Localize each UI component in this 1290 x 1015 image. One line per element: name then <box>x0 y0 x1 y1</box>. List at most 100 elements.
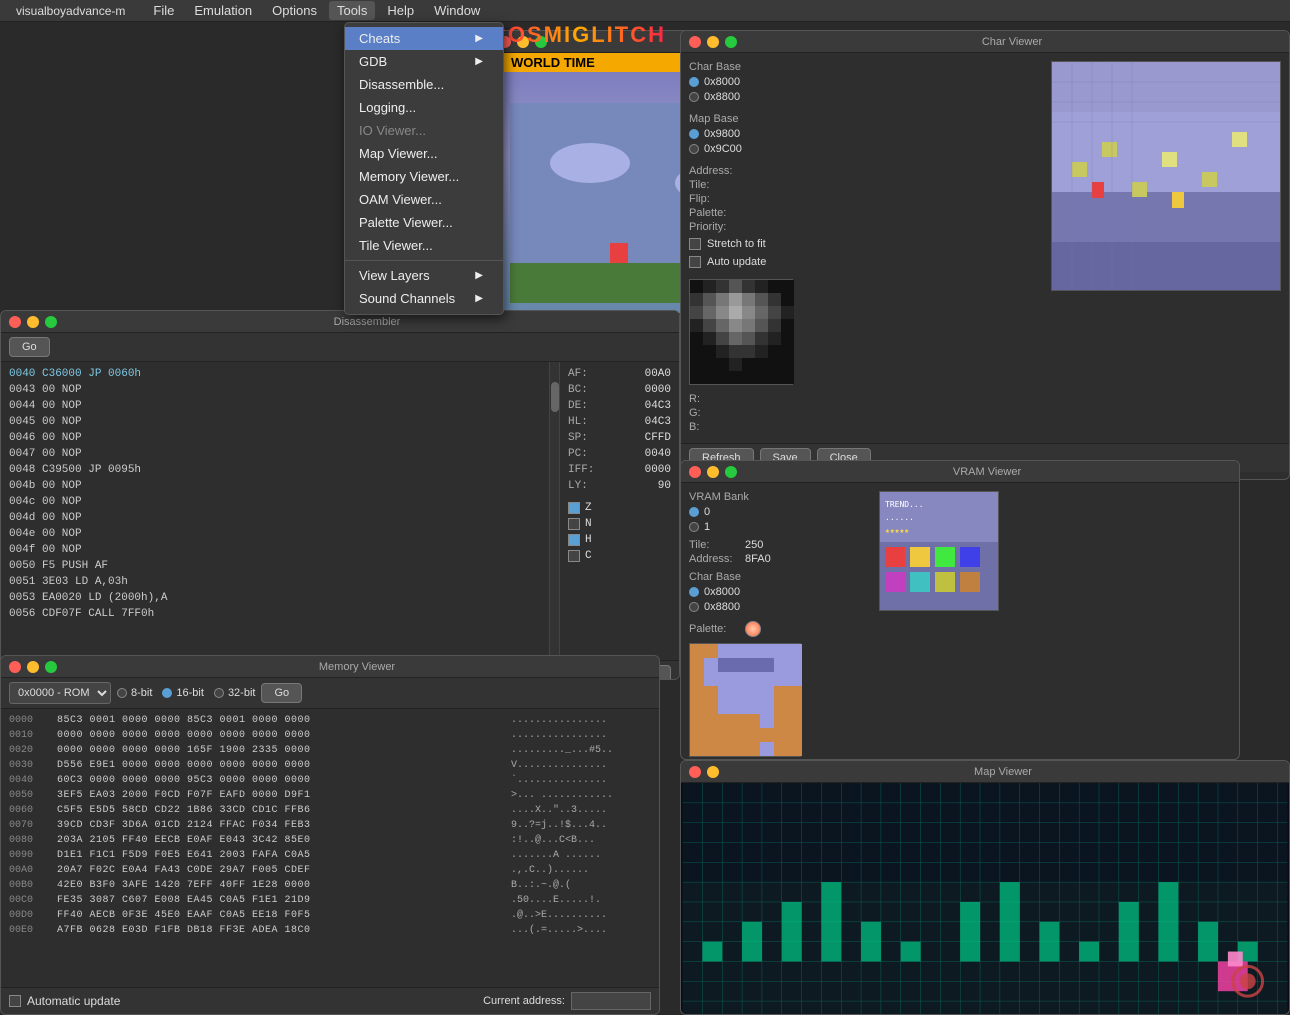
vram-tile-svg: TREND... ...... ★★★★★ <box>880 492 999 611</box>
char-viewer-controls: Char Base 0x8000 0x8800 Map Base 0x9800 <box>689 61 889 435</box>
disasm-min-btn[interactable] <box>27 316 39 328</box>
menu-item-disassemble[interactable]: Disassemble... <box>345 73 503 96</box>
radio-vram-0x8000[interactable] <box>689 587 699 597</box>
chevron-right-icon: ▶ <box>475 33 483 44</box>
menu-item-tile-viewer[interactable]: Tile Viewer... <box>345 234 503 257</box>
radio-0x9800[interactable] <box>689 129 699 139</box>
disasm-max-btn[interactable] <box>45 316 57 328</box>
menu-tools[interactable]: Tools <box>329 1 375 20</box>
flag-n-checkbox[interactable] <box>568 518 580 530</box>
menu-item-map-viewer[interactable]: Map Viewer... <box>345 142 503 165</box>
menu-emulation[interactable]: Emulation <box>186 1 260 20</box>
mem-min-btn[interactable] <box>27 661 39 673</box>
mem-titlebar: Memory Viewer <box>1 656 659 678</box>
pixel-45 <box>755 345 768 358</box>
map-close-btn[interactable] <box>689 766 701 778</box>
menu-item-view-layers[interactable]: View Layers ▶ <box>345 264 503 287</box>
vram-close-btn[interactable] <box>689 466 701 478</box>
flag-z-checkbox[interactable] <box>568 502 580 514</box>
menu-item-cheats[interactable]: Cheats ▶ <box>345 27 503 50</box>
pixel-43 <box>729 345 742 358</box>
char-close-btn[interactable] <box>689 36 701 48</box>
radio-0x8000[interactable] <box>689 77 699 87</box>
menu-item-sound-channels[interactable]: Sound Channels ▶ <box>345 287 503 310</box>
vt-px-21 <box>760 672 774 686</box>
vram-bank-radio-0[interactable]: 0 <box>689 506 869 518</box>
pixel-44 <box>742 345 755 358</box>
menu-item-gdb[interactable]: GDB ▶ <box>345 50 503 73</box>
code-line-12: 0050 F5 PUSH AF <box>9 558 541 574</box>
menu-file[interactable]: File <box>145 1 182 20</box>
menu-item-memory-viewer[interactable]: Memory Viewer... <box>345 165 503 188</box>
mem-close-btn[interactable] <box>9 661 21 673</box>
pixel-46 <box>768 345 781 358</box>
char-tile-preview <box>1051 61 1281 291</box>
map-titlebar: Map Viewer <box>681 761 1289 783</box>
vram-bank-radio-1[interactable]: 1 <box>689 521 869 533</box>
vram-char-base-0x8800[interactable]: 0x8800 <box>689 601 869 613</box>
flag-h-checkbox[interactable] <box>568 534 580 546</box>
code-line-13: 0051 3E03 LD A,03h <box>9 574 541 590</box>
vram-content: VRAM Bank 0 1 Tile: 250 Address: 8FA0 Ch… <box>681 483 1239 760</box>
radio-0x9C00[interactable] <box>689 144 699 154</box>
map-base-radio-0x9C00[interactable]: 0x9C00 <box>689 143 889 155</box>
svg-text:......: ...... <box>885 513 914 522</box>
stretch-checkbox[interactable] <box>689 238 701 250</box>
vram-tile-label: Tile: <box>689 539 739 551</box>
flag-c-row: C <box>568 548 671 564</box>
menu-options[interactable]: Options <box>264 1 325 20</box>
vram-char-base-0x8000[interactable]: 0x8000 <box>689 586 869 598</box>
vram-tile-preview: TREND... ...... ★★★★★ <box>879 491 999 611</box>
disasm-go-btn[interactable]: Go <box>9 337 50 357</box>
mem-max-btn[interactable] <box>45 661 57 673</box>
radio-0x8800[interactable] <box>689 92 699 102</box>
vt-px-28 <box>746 686 760 700</box>
menu-item-palette-viewer[interactable]: Palette Viewer... <box>345 211 503 234</box>
map-viewer-window: Map Viewer <box>680 760 1290 1015</box>
menu-item-io-viewer[interactable]: IO Viewer... <box>345 119 503 142</box>
radio-bank-0[interactable] <box>689 507 699 517</box>
mem-go-btn[interactable]: Go <box>261 683 302 703</box>
vram-min-btn[interactable] <box>707 466 719 478</box>
vram-palette-selector[interactable] <box>745 621 761 637</box>
bit-32-radio[interactable] <box>214 688 224 698</box>
flip-label: Flip: <box>689 193 739 205</box>
char-preview-area <box>905 61 1281 435</box>
char-max-btn[interactable] <box>725 36 737 48</box>
menu-item-logging[interactable]: Logging... <box>345 96 503 119</box>
char-base-radio-0x8800[interactable]: 0x8800 <box>689 91 889 103</box>
map-min-btn[interactable] <box>707 766 719 778</box>
char-base-radio-0x8000[interactable]: 0x8000 <box>689 76 889 88</box>
map-base-radio-0x9800[interactable]: 0x9800 <box>689 128 889 140</box>
pixel-25 <box>703 319 716 332</box>
radio-bank-1[interactable] <box>689 522 699 532</box>
disasm-scrollbar[interactable] <box>549 362 559 660</box>
menubar: visualboyadvance-m File Emulation Option… <box>0 0 1290 22</box>
flag-z-row: Z <box>568 500 671 516</box>
radio-vram-0x8800[interactable] <box>689 602 699 612</box>
mem-auto-update-checkbox[interactable] <box>9 995 21 1007</box>
bit-8-radio[interactable] <box>117 688 127 698</box>
flag-c-checkbox[interactable] <box>568 550 580 562</box>
mem-title: Memory Viewer <box>63 661 651 673</box>
char-min-btn[interactable] <box>707 36 719 48</box>
menu-help[interactable]: Help <box>379 1 422 20</box>
vt-px-24 <box>690 686 704 700</box>
vt-px-20 <box>746 672 760 686</box>
pixel-29 <box>755 319 768 332</box>
mem-address-select[interactable]: 0x0000 - ROM <box>9 682 111 704</box>
menu-item-oam-viewer[interactable]: OAM Viewer... <box>345 188 503 211</box>
bit-16-radio[interactable] <box>162 688 172 698</box>
pixel-11 <box>729 293 742 306</box>
vt-px-25 <box>704 686 718 700</box>
app-name[interactable]: visualboyadvance-m <box>8 2 133 20</box>
code-line-10: 004e 00 NOP <box>9 526 541 542</box>
vram-max-btn[interactable] <box>725 466 737 478</box>
current-address-input[interactable] <box>571 992 651 1010</box>
vt-px-60 <box>746 742 760 756</box>
vt-px-5 <box>760 644 774 658</box>
menu-window[interactable]: Window <box>426 1 488 20</box>
disasm-close-btn[interactable] <box>9 316 21 328</box>
scrollbar-thumb[interactable] <box>551 382 559 412</box>
auto-update-checkbox[interactable] <box>689 256 701 268</box>
